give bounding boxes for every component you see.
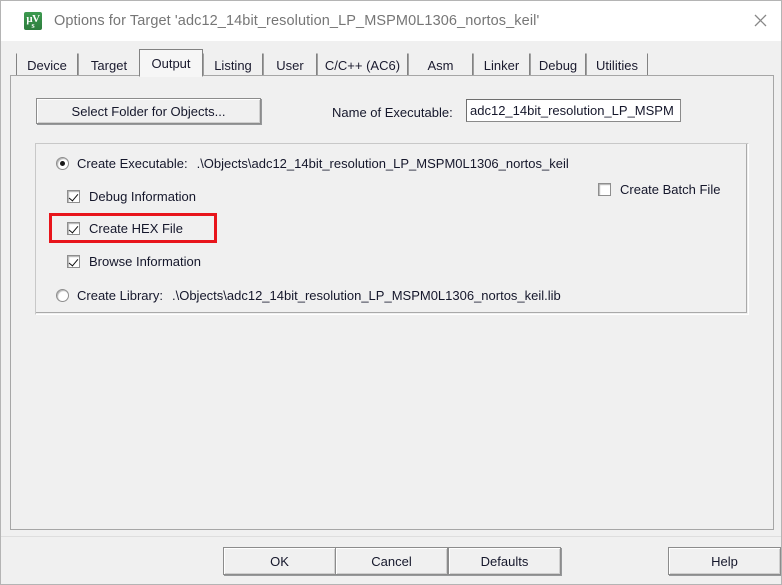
create-library-radio[interactable] — [56, 289, 69, 302]
tab-user[interactable]: User — [263, 53, 317, 76]
tab-device[interactable]: Device — [16, 53, 78, 76]
defaults-button[interactable]: Defaults — [448, 547, 561, 575]
tab-debug[interactable]: Debug — [530, 53, 586, 76]
tab-asm[interactable]: Asm — [408, 53, 473, 76]
tab-utilities[interactable]: Utilities — [586, 53, 648, 76]
create-hex-file-label: Create HEX File — [89, 221, 183, 236]
create-batch-file-checkbox[interactable] — [598, 183, 611, 196]
tab-target[interactable]: Target — [78, 53, 140, 76]
create-hex-file-checkbox-row[interactable]: Create HEX File — [67, 221, 183, 236]
create-executable-radio[interactable] — [56, 157, 69, 170]
name-of-executable-label: Name of Executable: — [332, 105, 453, 120]
create-batch-file-checkbox-row[interactable]: Create Batch File — [598, 182, 720, 197]
window-title: Options for Target 'adc12_14bit_resoluti… — [54, 13, 540, 29]
help-button[interactable]: Help — [668, 547, 781, 575]
cancel-button[interactable]: Cancel — [335, 547, 448, 575]
close-icon[interactable] — [737, 1, 781, 39]
browse-information-checkbox[interactable] — [67, 255, 80, 268]
browse-information-label: Browse Information — [89, 254, 201, 269]
create-executable-label: Create Executable: — [77, 156, 188, 171]
create-library-radio-row[interactable]: Create Library: .\Objects\adc12_14bit_re… — [56, 288, 561, 303]
tab-c-cpp[interactable]: C/C++ (AC6) — [317, 53, 408, 76]
create-hex-file-checkbox[interactable] — [67, 222, 80, 235]
tab-listing[interactable]: Listing — [203, 53, 263, 76]
create-library-label: Create Library: — [77, 288, 163, 303]
tab-linker[interactable]: Linker — [473, 53, 530, 76]
tab-output[interactable]: Output — [139, 49, 203, 77]
select-folder-for-objects-button[interactable]: Select Folder for Objects... — [36, 98, 261, 124]
create-executable-path: .\Objects\adc12_14bit_resolution_LP_MSPM… — [196, 156, 569, 171]
title-bar: μV s Options for Target 'adc12_14bit_res… — [1, 1, 781, 41]
keil-uvision-icon: μV s — [24, 12, 42, 30]
browse-information-checkbox-row[interactable]: Browse Information — [67, 254, 201, 269]
debug-information-label: Debug Information — [89, 189, 196, 204]
create-executable-radio-row[interactable]: Create Executable: .\Objects\adc12_14bit… — [56, 156, 569, 171]
create-library-path: .\Objects\adc12_14bit_resolution_LP_MSPM… — [171, 288, 561, 303]
ok-button[interactable]: OK — [223, 547, 336, 575]
tab-strip: Device Target Output Listing User C/C++ … — [10, 49, 774, 77]
footer-divider — [1, 536, 781, 537]
create-batch-file-label: Create Batch File — [620, 182, 721, 197]
debug-information-checkbox-row[interactable]: Debug Information — [67, 189, 196, 204]
options-for-target-dialog: μV s Options for Target 'adc12_14bit_res… — [0, 0, 782, 585]
debug-information-checkbox[interactable] — [67, 190, 80, 203]
name-of-executable-input[interactable]: adc12_14bit_resolution_LP_MSPM — [466, 99, 681, 122]
app-icon-glyph-bottom: s — [31, 21, 35, 30]
